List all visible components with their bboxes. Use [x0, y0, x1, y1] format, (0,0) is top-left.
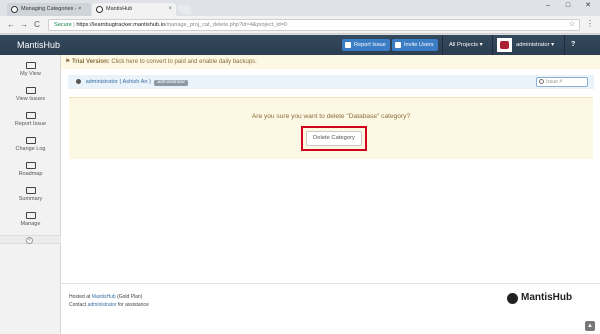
browser-tab-managing-categories[interactable]: Managing Categories - ×: [7, 3, 91, 16]
app-navbar: MantisHub Report Issue Invite Users All …: [0, 35, 600, 55]
new-tab-button[interactable]: [177, 5, 193, 14]
scroll-to-top-button[interactable]: ▲: [585, 321, 595, 331]
browser-toolbar: ← → C Secure | https://learnbugtracker.m…: [0, 16, 600, 34]
sidebar-item-summary[interactable]: Summary: [0, 183, 61, 208]
tab-close-icon[interactable]: ×: [168, 3, 172, 16]
secure-label: Secure: [54, 22, 72, 28]
flag-icon: ⚑: [65, 59, 73, 65]
search-icon: [539, 79, 544, 84]
maximize-button[interactable]: □: [558, 0, 578, 12]
sidebar-item-my-view[interactable]: My View: [0, 58, 61, 83]
back-icon[interactable]: ←: [6, 19, 16, 31]
close-window-button[interactable]: ✕: [578, 0, 598, 12]
tab-label: MantisHub: [106, 6, 133, 12]
retweet-icon: [25, 137, 36, 144]
browser-tab-mantishub[interactable]: MantisHub ×: [92, 3, 176, 16]
trial-banner: ⚑ Trial Version: Click here to convert t…: [61, 55, 600, 69]
sidebar-item-roadmap[interactable]: Roadmap: [0, 158, 61, 183]
address-bar[interactable]: Secure | https://learnbugtracker.mantish…: [48, 19, 580, 31]
forward-icon[interactable]: →: [19, 19, 29, 31]
gears-icon: [25, 212, 36, 219]
edit-icon: [25, 112, 36, 119]
main-content: ⚑ Trial Version: Click here to convert t…: [61, 55, 600, 334]
mantis-logo-icon: [507, 293, 518, 304]
hosted-link[interactable]: MantisHub: [92, 294, 116, 300]
sidebar: My View View Issues Report Issue Change …: [0, 55, 61, 334]
project-selector[interactable]: All Projects ▾: [449, 35, 483, 55]
navbar-divider: [442, 35, 443, 55]
browser-tab-bar: Managing Categories - × MantisHub × – □ …: [0, 0, 600, 16]
contact-link[interactable]: administrator: [88, 302, 117, 308]
footer-divider: [61, 283, 600, 284]
issue-placeholder: Issue #: [546, 79, 563, 85]
role-badge: administrator: [154, 80, 189, 86]
bar-chart-icon: [25, 187, 36, 194]
url-host: https://learnbugtracker.mantishub.io: [76, 22, 165, 28]
collapse-icon[interactable]: «: [26, 237, 33, 244]
bookmark-star-icon[interactable]: ☆: [569, 20, 575, 30]
navbar-divider: [564, 35, 565, 55]
github-favicon-icon: [96, 6, 103, 13]
user-icon: [76, 79, 81, 84]
invite-users-button[interactable]: Invite Users: [392, 39, 438, 51]
trial-text: to convert to paid and enable daily back…: [139, 59, 257, 65]
breadcrumb-user[interactable]: administrator ( Ashish An ): [86, 79, 151, 85]
confirm-question: Are you sure you want to delete "Databas…: [251, 113, 411, 120]
tab-label: Managing Categories - ×: [21, 6, 82, 12]
user-plus-icon: [395, 42, 401, 48]
footer: Hosted at MantisHub (Gold Plan) Contact …: [69, 294, 149, 308]
github-favicon-icon: [11, 6, 18, 13]
user-menu[interactable]: administrator ▾: [497, 37, 554, 53]
dashboard-icon: [25, 62, 36, 69]
road-icon: [25, 162, 36, 169]
help-button[interactable]: ?: [571, 35, 575, 55]
sidebar-item-report-issue[interactable]: Report Issue: [0, 108, 61, 133]
minimize-button[interactable]: –: [538, 0, 558, 12]
url-path: /manage_proj_cat_delete.php?id=4&project…: [164, 22, 288, 28]
reload-icon[interactable]: C: [32, 19, 42, 31]
footer-logo[interactable]: MantisHub: [507, 291, 572, 305]
sidebar-item-view-issues[interactable]: View Issues: [0, 83, 61, 108]
issue-number-input[interactable]: Issue #: [536, 77, 588, 87]
sidebar-collapse[interactable]: «: [0, 235, 61, 244]
trial-label: Trial Version:: [72, 59, 110, 65]
delete-category-button[interactable]: Delete Category: [306, 131, 362, 146]
delete-confirmation-panel: Are you sure you want to delete "Databas…: [69, 97, 593, 159]
avatar: [497, 38, 512, 52]
sidebar-item-change-log[interactable]: Change Log: [0, 133, 61, 158]
sidebar-item-manage[interactable]: Manage: [0, 208, 61, 233]
list-icon: [25, 87, 36, 94]
report-issue-button[interactable]: Report Issue: [342, 39, 390, 51]
browser-menu-icon[interactable]: ⋮: [586, 19, 594, 28]
navbar-divider: [492, 35, 493, 55]
trial-link[interactable]: Click here: [111, 59, 138, 65]
brand-logo[interactable]: MantisHub: [17, 35, 60, 55]
breadcrumb: administrator ( Ashish An ) administrato…: [68, 75, 594, 89]
edit-icon: [345, 42, 351, 48]
